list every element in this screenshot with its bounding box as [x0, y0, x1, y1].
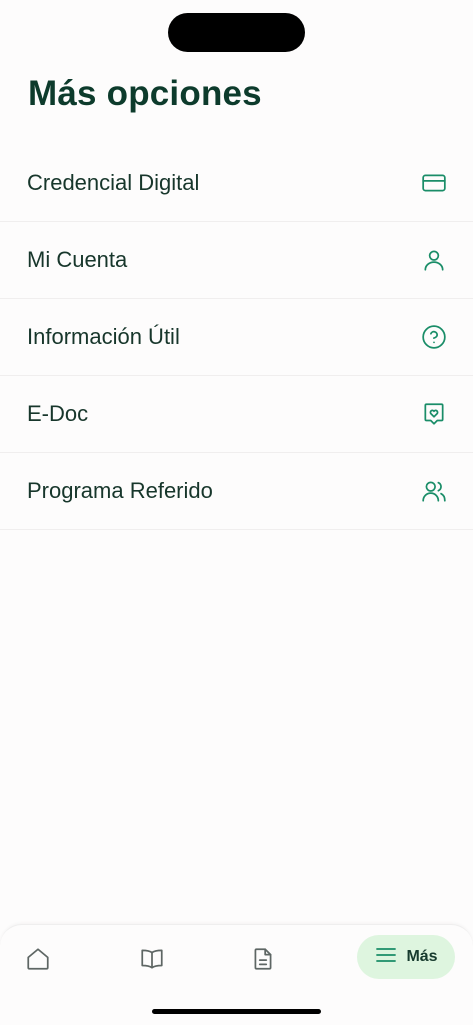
menu-icon	[374, 943, 398, 972]
menu-item-mi-cuenta[interactable]: Mi Cuenta	[0, 222, 473, 299]
users-icon	[421, 478, 447, 504]
menu-item-label: Información Útil	[27, 324, 180, 349]
book-icon	[139, 946, 165, 977]
home-icon	[25, 946, 51, 977]
menu-item-programa-referido[interactable]: Programa Referido	[0, 453, 473, 530]
menu-list: Credencial Digital Mi Cuenta Información…	[0, 145, 473, 530]
tab-home[interactable]	[18, 941, 58, 981]
menu-item-informacion-util[interactable]: Información Útil	[0, 299, 473, 376]
menu-item-label: Credencial Digital	[27, 170, 200, 195]
menu-item-label: Programa Referido	[27, 478, 213, 503]
tab-documents[interactable]	[243, 941, 283, 981]
page-title: Más opciones	[28, 74, 262, 113]
tab-mas-label: Más	[406, 948, 438, 965]
heart-document-icon	[421, 401, 447, 427]
document-icon	[250, 946, 276, 977]
tab-mas[interactable]: Más	[357, 935, 455, 979]
help-circle-icon	[421, 324, 447, 350]
dynamic-island	[168, 13, 305, 52]
tab-book[interactable]	[132, 941, 172, 981]
menu-item-label: E-Doc	[27, 401, 89, 426]
credit-card-icon	[421, 170, 447, 196]
home-indicator	[152, 1009, 321, 1014]
user-icon	[421, 247, 447, 273]
menu-item-credencial-digital[interactable]: Credencial Digital	[0, 145, 473, 222]
menu-item-e-doc[interactable]: E-Doc	[0, 376, 473, 453]
menu-item-label: Mi Cuenta	[27, 247, 128, 272]
